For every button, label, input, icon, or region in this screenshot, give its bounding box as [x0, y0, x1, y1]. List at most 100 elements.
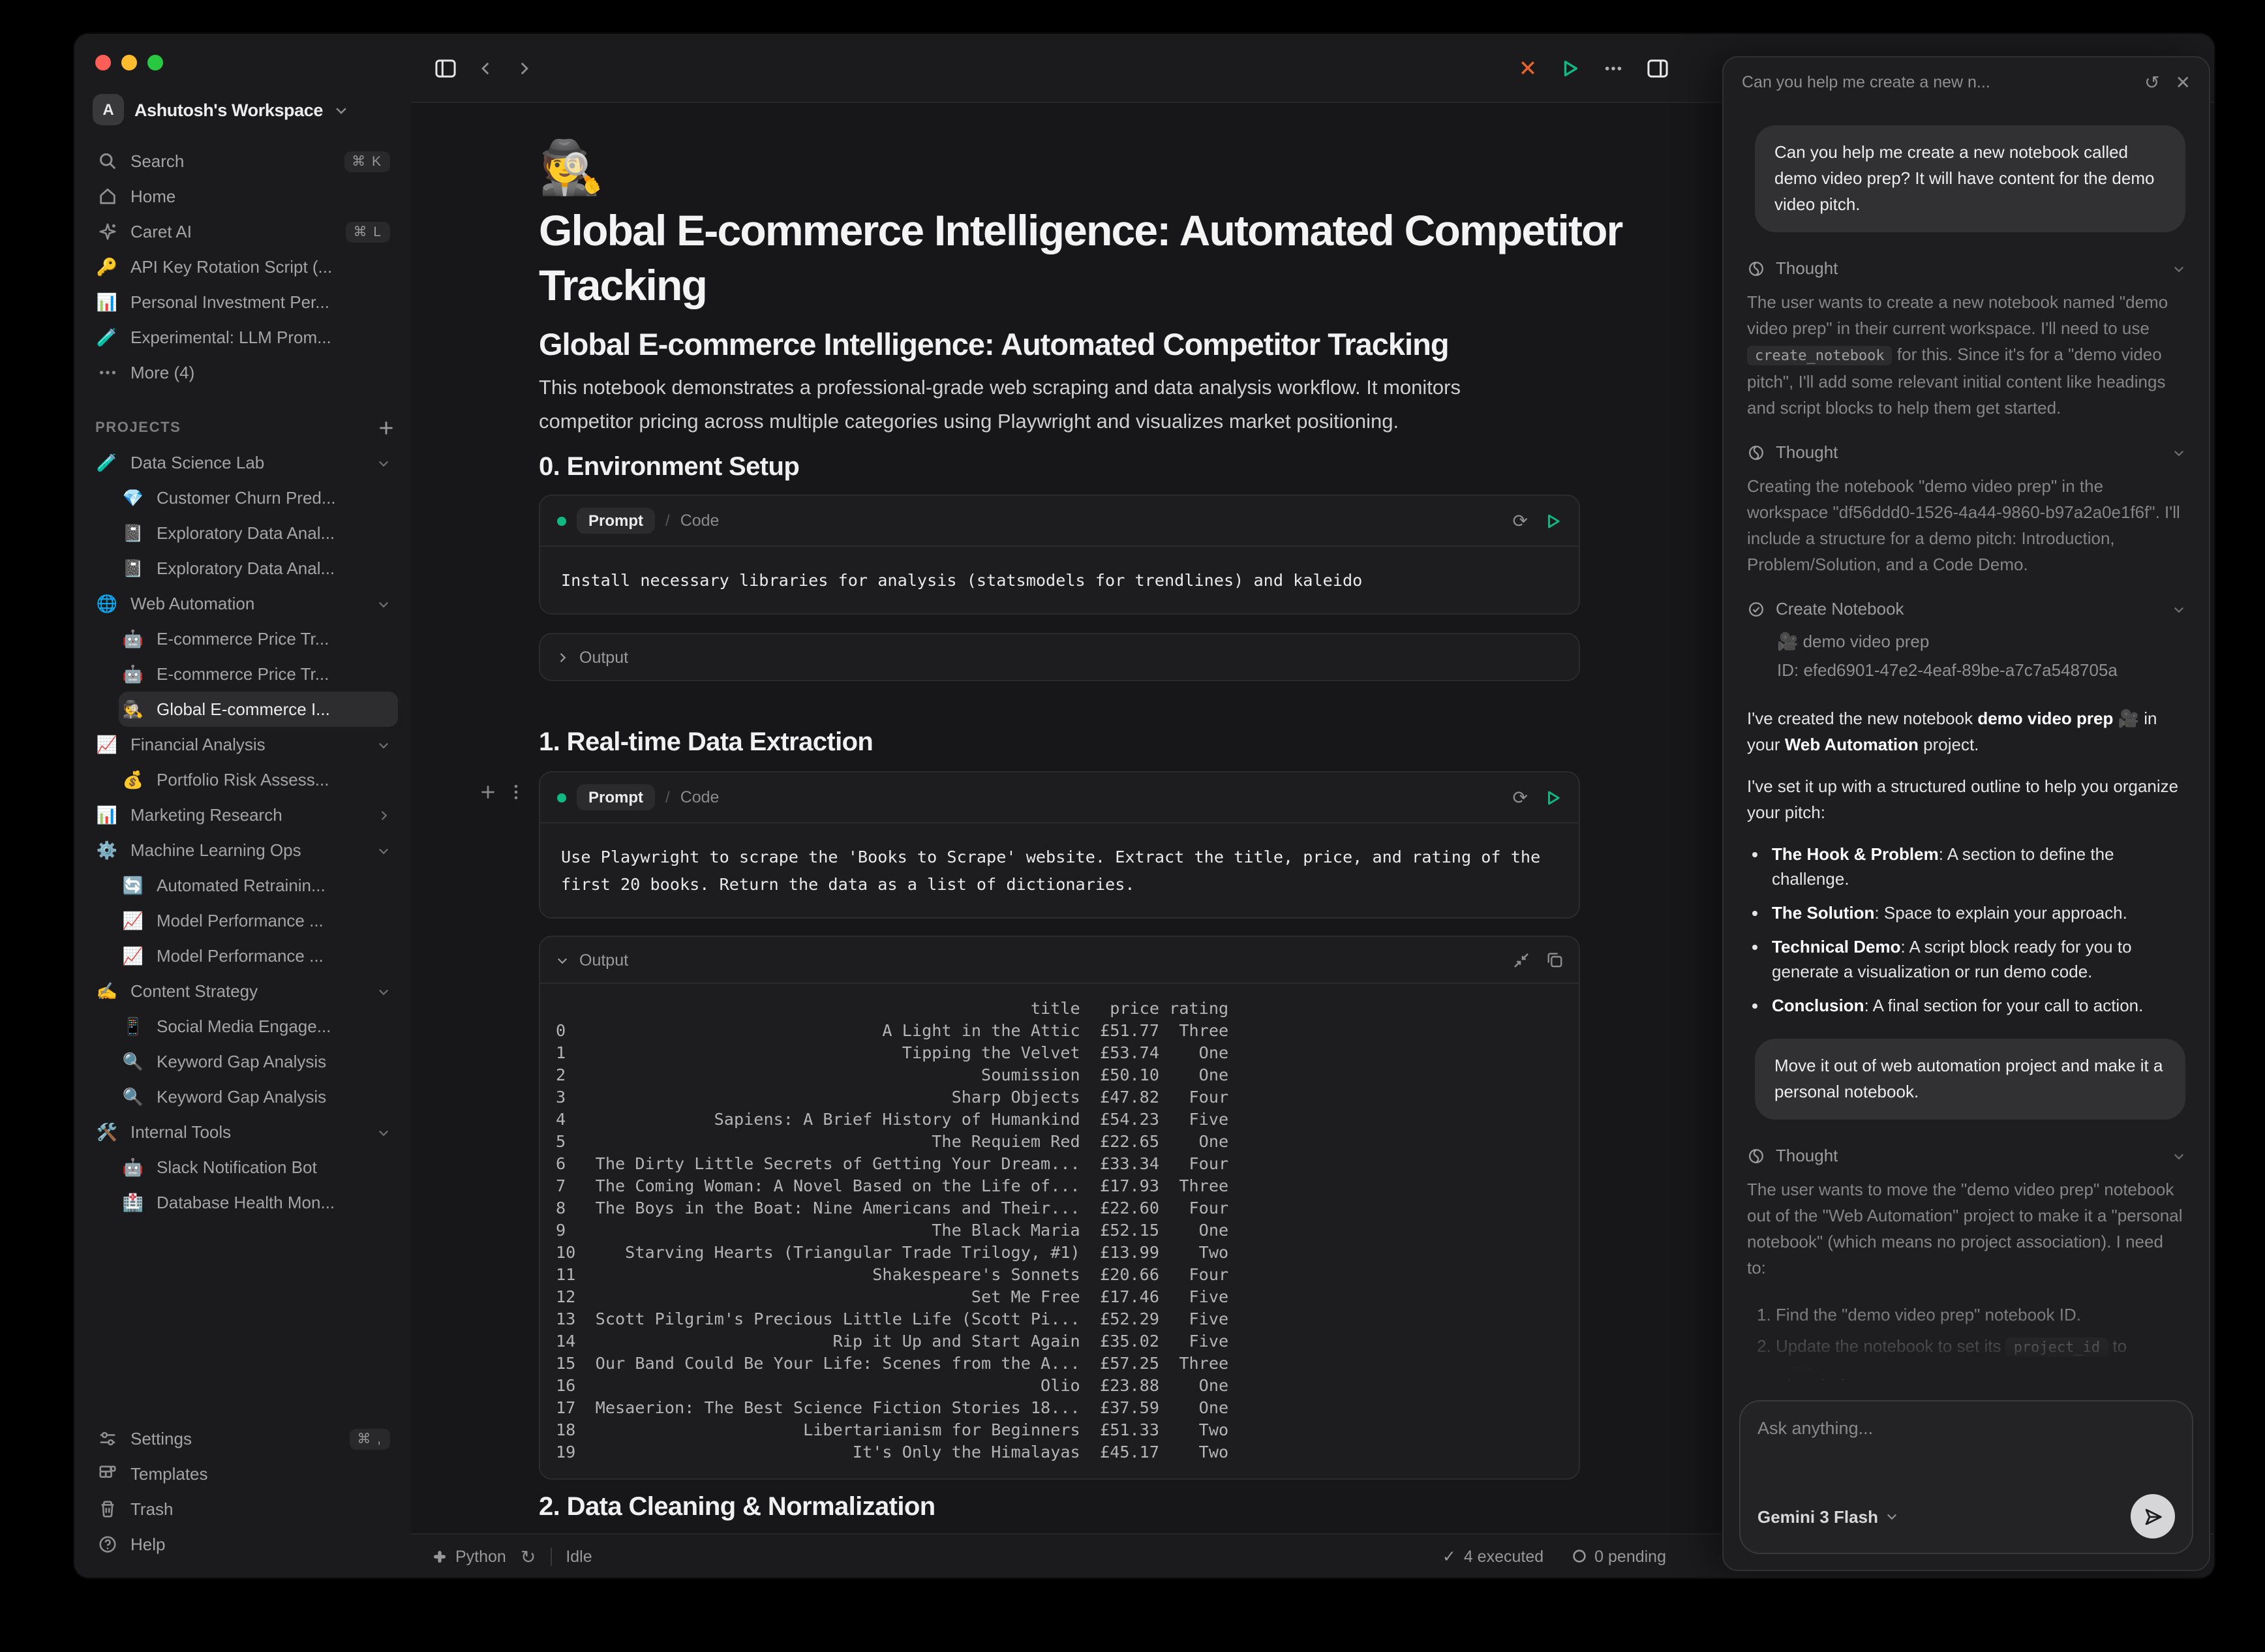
cell-prompt-text[interactable]: Install necessary libraries for analysis…: [540, 545, 1579, 613]
close-window-button[interactable]: [95, 55, 111, 70]
plus-icon: [377, 419, 395, 437]
tab-prompt[interactable]: Prompt: [577, 508, 655, 534]
add-project-button[interactable]: [377, 419, 395, 437]
notebook-item[interactable]: 💎Customer Churn Pred...: [119, 480, 398, 515]
project-item[interactable]: 🛠️Internal Tools: [93, 1114, 398, 1150]
kbd-shortcut: ⌘ ,: [349, 1428, 390, 1449]
sidebar-item-templates[interactable]: Templates: [93, 1456, 398, 1491]
notebook-item[interactable]: 🤖Slack Notification Bot: [119, 1150, 398, 1185]
user-message-bubble: Can you help me create a new notebook ca…: [1755, 125, 2185, 232]
notebook-item[interactable]: 🔍Keyword Gap Analysis: [119, 1044, 398, 1079]
send-button[interactable]: [2131, 1494, 2175, 1538]
toggle-sidebar-button[interactable]: [434, 58, 457, 78]
sidebar-doc-item[interactable]: 📊Personal Investment Per...: [93, 284, 398, 320]
reset-chat-button[interactable]: ↺: [2144, 73, 2159, 91]
workspace-switcher[interactable]: A Ashutosh's Workspace: [93, 94, 395, 125]
chevron-down-icon[interactable]: [377, 738, 390, 751]
chevron-down-icon[interactable]: [377, 1125, 390, 1139]
notebook-item[interactable]: 📓Exploratory Data Anal...: [119, 515, 398, 551]
nav-forward-button[interactable]: [515, 59, 532, 76]
collapse-output-button[interactable]: [1513, 952, 1529, 968]
more-options-button[interactable]: [1604, 58, 1623, 78]
sidebar-item-settings[interactable]: Settings⌘ ,: [93, 1421, 398, 1456]
tool-call-header[interactable]: Create Notebook: [1747, 599, 2185, 619]
chevron-down-icon[interactable]: [377, 456, 390, 469]
cell-status-dot: [557, 516, 566, 525]
notebook-item[interactable]: 🔄Automated Retrainin...: [119, 868, 398, 903]
chevron-down-icon[interactable]: [377, 844, 390, 857]
cell-prompt-text[interactable]: Use Playwright to scrape the 'Books to S…: [540, 822, 1579, 917]
sidebar-doc-item[interactable]: 🧪Experimental: LLM Prom...: [93, 320, 398, 355]
created-notebook-name: 🎥 demo video prep: [1777, 628, 2185, 656]
copy-output-button[interactable]: [1546, 951, 1563, 968]
notebook-item[interactable]: 🤖E-commerce Price Tr...: [119, 656, 398, 692]
play-icon: [1545, 789, 1562, 806]
output-header[interactable]: Output: [540, 937, 1579, 983]
chat-conversation[interactable]: Can you help me create a new notebook ca…: [1724, 107, 2209, 1400]
chevron-down-icon[interactable]: [377, 597, 390, 610]
close-chat-button[interactable]: ✕: [2176, 73, 2191, 91]
thought-header[interactable]: Thought: [1747, 258, 2185, 278]
tab-code[interactable]: Code: [680, 788, 720, 806]
thought-header[interactable]: Thought: [1747, 442, 2185, 462]
thought-header[interactable]: Thought: [1747, 1146, 2185, 1165]
chevron-down-icon[interactable]: [2172, 602, 2185, 615]
project-item[interactable]: 📈Financial Analysis: [93, 727, 398, 762]
chevron-right-icon: [377, 808, 390, 821]
notebook-item[interactable]: 🔍Keyword Gap Analysis: [119, 1079, 398, 1114]
sidebar-item-help[interactable]: Help: [93, 1527, 398, 1562]
output-body: title price rating 0 A Light in the Atti…: [540, 983, 1579, 1478]
drag-handle[interactable]: [513, 783, 519, 801]
run-cell-button[interactable]: [1545, 512, 1562, 529]
notebook-item[interactable]: 📈Model Performance ...: [119, 938, 398, 973]
project-item[interactable]: 🧪Data Science Lab: [93, 445, 398, 480]
run-cell-button[interactable]: [1545, 789, 1562, 806]
tab-prompt[interactable]: Prompt: [577, 784, 655, 810]
output-label: Output: [579, 951, 628, 969]
stop-kernel-button[interactable]: [1519, 59, 1537, 77]
notebook-item[interactable]: 📈Model Performance ...: [119, 903, 398, 938]
chevron-down-icon[interactable]: [2172, 1149, 2185, 1162]
output-collapsed: Output: [539, 633, 1580, 681]
chevron-down-icon: [333, 102, 348, 117]
minimize-window-button[interactable]: [121, 55, 137, 70]
toggle-chat-panel-button[interactable]: [1647, 58, 1669, 78]
run-all-button[interactable]: [1560, 58, 1580, 78]
notebook-item[interactable]: 📱Social Media Engage...: [119, 1009, 398, 1044]
restart-kernel-button[interactable]: ↻: [521, 1547, 536, 1565]
output-table[interactable]: title price rating 0 A Light in the Atti…: [556, 997, 1563, 1463]
chevron-down-icon[interactable]: [377, 985, 390, 998]
project-item[interactable]: 🌐Web Automation: [93, 586, 398, 621]
project-item[interactable]: ⚙️Machine Learning Ops: [93, 833, 398, 868]
add-cell-button[interactable]: [479, 783, 497, 801]
workspace-avatar: A: [93, 94, 124, 125]
notebook-item[interactable]: 🕵️Global E-commerce I...: [119, 692, 398, 727]
notebook-item[interactable]: 🤖E-commerce Price Tr...: [119, 621, 398, 656]
tab-code[interactable]: Code: [680, 512, 720, 530]
nav-back-button[interactable]: [478, 59, 494, 76]
output-header[interactable]: Output: [540, 634, 1579, 680]
sidebar-item-search[interactable]: Search⌘ K: [93, 144, 398, 179]
kernel-selector[interactable]: Python: [432, 1547, 506, 1565]
sidebar-doc-item[interactable]: 🔑API Key Rotation Script (...: [93, 249, 398, 284]
chevron-down-icon[interactable]: [2172, 446, 2185, 459]
notebook-item[interactable]: 💰Portfolio Risk Assess...: [119, 762, 398, 797]
tool-call-label: Create Notebook: [1776, 599, 1904, 619]
sidebar-item-more[interactable]: More (4): [93, 355, 398, 390]
notebook-item[interactable]: 🏥Database Health Mon...: [119, 1185, 398, 1220]
sidebar-item-caret-ai[interactable]: Caret AI⌘ L: [93, 214, 398, 249]
project-item[interactable]: 📊Marketing Research: [93, 797, 398, 833]
sidebar-item-trash[interactable]: Trash: [93, 1491, 398, 1527]
zoom-window-button[interactable]: [147, 55, 163, 70]
chevron-down-icon[interactable]: [2172, 262, 2185, 275]
notebook-emoji-icon: 📱: [121, 1018, 145, 1035]
search-icon: [97, 151, 117, 171]
refresh-cell-button[interactable]: ⟳: [1513, 788, 1528, 806]
refresh-cell-button[interactable]: ⟳: [1513, 512, 1528, 530]
notebook-item[interactable]: 📓Exploratory Data Anal...: [119, 551, 398, 586]
sidebar-item-home[interactable]: Home: [93, 179, 398, 214]
chat-input[interactable]: Ask anything... Gemini 3 Flash: [1739, 1400, 2193, 1554]
model-selector[interactable]: Gemini 3 Flash: [1757, 1507, 1899, 1526]
chevron-right-icon[interactable]: [377, 808, 390, 821]
project-item[interactable]: ✍️Content Strategy: [93, 973, 398, 1009]
